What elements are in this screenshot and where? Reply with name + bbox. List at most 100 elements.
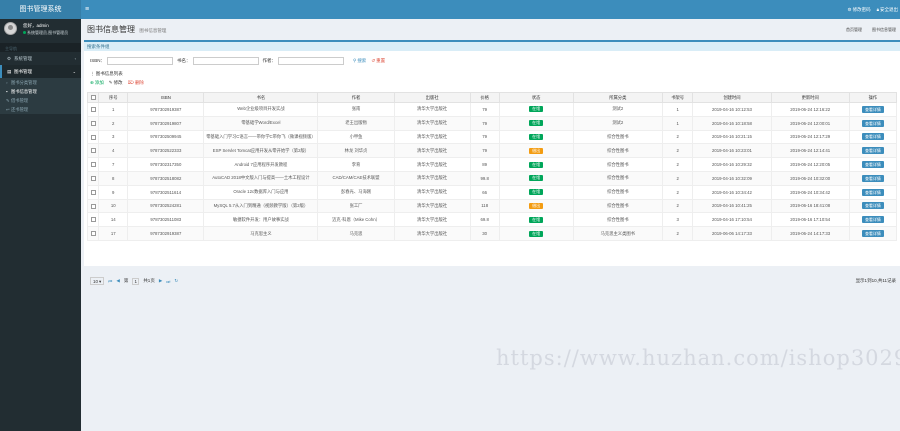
row-checkbox[interactable]	[90, 148, 96, 154]
row-checkbox[interactable]	[90, 134, 96, 140]
delete-button[interactable]: ⌦ 删除	[128, 80, 144, 86]
user-panel: 您好，admin 系统管理员,图书管理员	[0, 19, 81, 41]
row-select-cell[interactable]	[86, 143, 100, 159]
table-row[interactable]: 7 9787302317350 Android 7应用程序开发教程 李育 清华大学出版社…	[86, 157, 898, 172]
row-select-cell[interactable]	[86, 157, 100, 172]
col-header-name[interactable]: 书名	[203, 92, 319, 103]
edit-button[interactable]: ✎ 修改	[109, 80, 123, 86]
col-header-author[interactable]: 作者	[317, 92, 395, 103]
search-button[interactable]: ⚲ 搜索	[353, 58, 366, 64]
cell-price: 30	[469, 226, 500, 241]
book-table: 序号 ISBN 书名 作者 出版社 价格 状态 所属分类 书架号 创建时间 更新…	[86, 92, 898, 241]
book-name-input[interactable]	[192, 57, 259, 65]
view-detail-button[interactable]: 查看详情	[861, 202, 884, 210]
cell-price: 99.8	[469, 170, 500, 186]
view-detail-button[interactable]: 查看详情	[861, 188, 884, 196]
cell-created: 2019-04-16 10:21:15	[692, 129, 772, 145]
breadcrumb-current[interactable]: 图书信息管理	[872, 27, 896, 33]
lock-icon: 🔒︎	[876, 7, 879, 12]
last-page-icon[interactable]: ⏭	[166, 279, 170, 284]
sidebar-item-book-category[interactable]: ▫ 图书分类管理	[0, 78, 81, 87]
row-select-cell[interactable]	[86, 115, 100, 131]
col-header-shelf[interactable]: 书架号	[662, 92, 694, 103]
refresh-icon[interactable]: ↻	[174, 278, 178, 284]
logout-link[interactable]: 🔒︎ 安全退出	[877, 0, 898, 19]
row-checkbox[interactable]	[90, 107, 96, 113]
page-number-input[interactable]: 1	[132, 277, 140, 285]
view-detail-button[interactable]: 查看详情	[861, 161, 884, 169]
row-select-cell[interactable]	[86, 226, 100, 241]
row-select-cell[interactable]	[86, 184, 100, 200]
row-checkbox[interactable]	[90, 203, 96, 209]
col-header-no[interactable]: 序号	[98, 92, 129, 103]
isbn-input[interactable]	[107, 57, 174, 65]
cell-shelf: 2	[662, 226, 694, 241]
col-header-isbn[interactable]: ISBN	[127, 92, 205, 103]
select-all-checkbox[interactable]	[90, 95, 96, 101]
sidebar-item-borrow[interactable]: ✎借书管理	[0, 96, 81, 105]
table-row[interactable]: 3 9787302509945 零基础入门学习C语言——带你学C带你飞（微课视频版）…	[86, 129, 898, 145]
row-checkbox[interactable]	[90, 176, 96, 182]
row-checkbox[interactable]	[90, 120, 96, 126]
next-page-icon[interactable]: ▶	[159, 278, 162, 284]
cell-isbn: 9787302511083	[127, 212, 205, 228]
table-row[interactable]: 14 9787302511083 敏捷软件开发：用户故事实战 迈克·科恩（Mike C…	[86, 212, 898, 228]
row-select-cell[interactable]	[86, 102, 100, 117]
table-row[interactable]: 17 9787302919387 马克思主义 马克思 清华大学出版社 30 在馆 马克思主义类…	[86, 226, 898, 241]
table-row[interactable]: 10 9787302524281 MySQL 5.7从入门到精通（视频教学版）（第2…	[86, 198, 898, 214]
view-detail-button[interactable]: 查看详情	[861, 119, 884, 127]
cell-name: Android 7应用程序开发教程	[203, 157, 319, 172]
prev-page-icon[interactable]: ◀	[116, 278, 119, 284]
cell-status: 在馆	[498, 184, 574, 200]
view-detail-button[interactable]: 查看详情	[861, 174, 884, 182]
row-select-cell[interactable]	[86, 212, 100, 228]
row-select-cell[interactable]	[86, 198, 100, 214]
col-header-category[interactable]: 所属分类	[572, 92, 664, 103]
col-header-price[interactable]: 价格	[469, 92, 500, 103]
table-row[interactable]: 1 9787302919387 Web企业级项目开发实战 张南 清华大学出版社 79 在馆测…	[86, 102, 898, 117]
table-row[interactable]: 2 9787302919807 零基础学Word/Excel 老王出版物 清华大学出版社…	[86, 115, 898, 131]
view-detail-button[interactable]: 查看详情	[861, 216, 884, 224]
view-detail-button[interactable]: 查看详情	[861, 133, 884, 141]
view-detail-button[interactable]: 查看详情	[861, 105, 884, 113]
add-button[interactable]: ⊕ 添加	[90, 80, 104, 86]
view-detail-button[interactable]: 查看详情	[861, 147, 884, 155]
pagination-info: 显示1到10,共11记录	[855, 278, 896, 283]
table-row[interactable]: 4 9787302522333 ESP Servlet Tomcat应用开发从零开始…	[86, 143, 898, 159]
sidebar-item-return[interactable]: ↩还书管理	[0, 105, 81, 114]
chevron-down-icon: ⌄	[72, 69, 76, 74]
row-select-cell[interactable]	[86, 129, 100, 145]
table-row[interactable]: 9 9787302511614 Oracle 12c数据库入门与应用 彭春光、马海刚清…	[86, 184, 898, 200]
select-all-header[interactable]	[86, 92, 100, 103]
page-size-select[interactable]: 10 ▾	[90, 277, 105, 285]
cell-created: 2019-04-16 10:18:58	[692, 115, 772, 131]
sidebar-item-books[interactable]: ▤ 图书管理 ⌄	[0, 65, 81, 78]
author-input[interactable]	[278, 57, 345, 65]
view-detail-button[interactable]: 查看详情	[861, 230, 884, 238]
app-title[interactable]: 图书管理系统	[0, 0, 81, 19]
table-row[interactable]: 8 9787302518082 AutoCAD 2018中文版入门与提高——土木工程…	[86, 170, 898, 186]
row-select-cell[interactable]	[86, 170, 100, 186]
col-header-status[interactable]: 状态	[498, 92, 574, 103]
col-header-created[interactable]: 创建时间	[692, 92, 772, 103]
row-checkbox[interactable]	[90, 189, 96, 195]
search-form: ISBN： 书名： 作者： ⚲ 搜索 ↺ 重置	[90, 57, 385, 65]
row-checkbox[interactable]	[90, 162, 96, 168]
cell-updated: 2019-06-16 18:41:08	[770, 198, 850, 214]
breadcrumb-home[interactable]: 首页管理	[846, 27, 862, 33]
menu-toggle-icon[interactable]: ≡	[85, 0, 89, 19]
col-header-updated[interactable]: 更新时间	[770, 92, 850, 103]
search-panel-title: 搜索条件组	[84, 42, 900, 51]
col-header-press[interactable]: 出版社	[393, 92, 471, 103]
cell-name: MySQL 5.7从入门到精通（视频教学版）（第2版）	[203, 198, 319, 214]
row-checkbox[interactable]	[90, 217, 96, 223]
cell-press: 清华大学出版社	[393, 184, 471, 200]
reset-button[interactable]: ↺ 重置	[371, 58, 385, 64]
sidebar-item-book-info[interactable]: ▪ 图书信息管理	[0, 87, 81, 96]
first-page-icon[interactable]: ⏮	[108, 279, 112, 284]
cell-shelf: 2	[662, 143, 694, 159]
change-password-link[interactable]: ⚙ 修改密码	[848, 0, 871, 19]
cell-status: 在馆	[498, 212, 574, 228]
row-checkbox[interactable]	[90, 231, 96, 237]
sidebar-item-system[interactable]: ⚙ 系统管理 ‹	[0, 52, 81, 65]
